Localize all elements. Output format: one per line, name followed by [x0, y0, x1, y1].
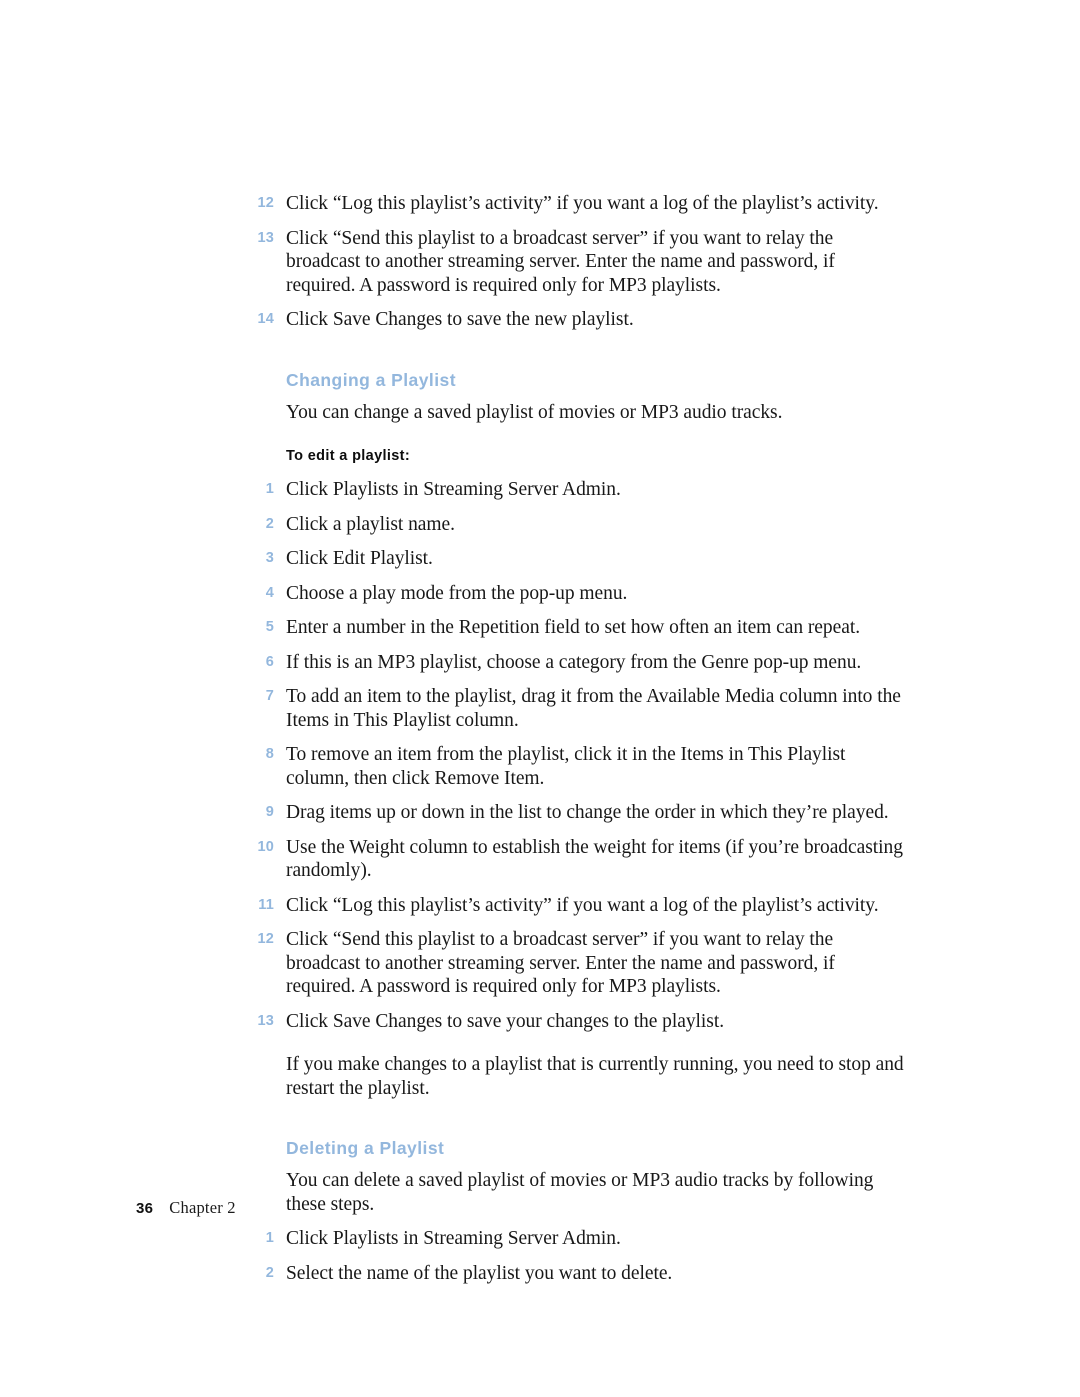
list-item: 6 If this is an MP3 playlist, choose a c… [252, 651, 908, 675]
step-number: 13 [257, 229, 274, 246]
section-intro-deleting: You can delete a saved playlist of movie… [286, 1170, 874, 1215]
step-number: 8 [265, 746, 274, 762]
step-number: 1 [265, 1230, 274, 1246]
step-text: Click a playlist name. [286, 513, 455, 535]
step-number: 2 [265, 1264, 274, 1281]
step-number: 6 [265, 653, 274, 670]
step-list-deleting: 1 Click Playlists in Streaming Server Ad… [252, 1227, 908, 1285]
step-number: 1 [265, 481, 274, 497]
step-list-changing: 1 Click Playlists in Streaming Server Ad… [252, 478, 908, 1033]
list-item: 11 Click “Log this playlist’s activity” … [252, 894, 908, 918]
list-item: 1 Click Playlists in Streaming Server Ad… [252, 478, 908, 502]
step-number: 7 [265, 688, 274, 704]
step-number: 13 [257, 1012, 274, 1029]
step-text: Click “Log this playlist’s activity” if … [286, 193, 879, 214]
step-number: 3 [265, 550, 274, 566]
closing-note-changing: If you make changes to a playlist that i… [286, 1054, 904, 1099]
list-item: 2 Click a playlist name. [252, 513, 908, 537]
list-item: 4 Choose a play mode from the pop-up men… [252, 582, 908, 606]
page-footer: 36 Chapter 2 [136, 1198, 236, 1218]
step-text: Click Save Changes to save the new playl… [286, 309, 634, 330]
step-number: 12 [257, 931, 274, 947]
list-item: 10 Use the Weight column to establish th… [252, 836, 908, 883]
step-text: Click Playlists in Streaming Server Admi… [286, 1228, 621, 1249]
step-text: Select the name of the playlist you want… [286, 1262, 673, 1284]
step-text: Click “Send this playlist to a broadcast… [286, 227, 835, 296]
step-text: Enter a number in the Repetition field t… [286, 617, 861, 638]
step-number: 12 [257, 195, 274, 211]
step-number: 9 [265, 804, 274, 820]
section-heading-changing-a-playlist: Changing a Playlist [286, 369, 456, 390]
section-heading-deleting-a-playlist: Deleting a Playlist [286, 1138, 445, 1158]
step-list-continued: 12 Click “Log this playlist’s activity” … [252, 192, 908, 332]
step-text: Click Save Changes to save your changes … [286, 1010, 725, 1032]
sub-heading-to-edit-a-playlist: To edit a playlist: [286, 448, 411, 464]
step-number: 4 [265, 584, 274, 601]
list-item: 12 Click “Log this playlist’s activity” … [252, 192, 908, 216]
list-item: 12 Click “Send this playlist to a broadc… [252, 928, 908, 999]
chapter-label: Chapter 2 [169, 1198, 236, 1217]
step-text: If this is an MP3 playlist, choose a cat… [286, 651, 862, 673]
step-number: 5 [265, 619, 274, 635]
list-item: 14 Click Save Changes to save the new pl… [252, 308, 908, 332]
step-number: 2 [265, 515, 274, 532]
list-item: 3 Click Edit Playlist. [252, 547, 908, 571]
step-text: Click “Log this playlist’s activity” if … [286, 894, 879, 916]
step-number: 14 [257, 311, 274, 327]
list-item: 9 Drag items up or down in the list to c… [252, 801, 908, 825]
list-item: 8 To remove an item from the playlist, c… [252, 743, 908, 790]
step-number: 10 [257, 838, 274, 855]
list-item: 1 Click Playlists in Streaming Server Ad… [252, 1227, 908, 1251]
step-number: 11 [258, 896, 274, 913]
list-item: 5 Enter a number in the Repetition field… [252, 616, 908, 640]
step-text: Use the Weight column to establish the w… [286, 836, 903, 882]
list-item: 2 Select the name of the playlist you wa… [252, 1262, 908, 1286]
document-page: 12 Click “Log this playlist’s activity” … [0, 0, 1080, 1397]
step-text: Click Edit Playlist. [286, 548, 433, 569]
page-content: 12 Click “Log this playlist’s activity” … [252, 192, 908, 1296]
list-item: 7 To add an item to the playlist, drag i… [252, 685, 908, 732]
step-text: Drag items up or down in the list to cha… [286, 802, 889, 823]
step-text: To remove an item from the playlist, cli… [286, 744, 846, 789]
page-number: 36 [136, 1200, 154, 1217]
step-text: To add an item to the playlist, drag it … [286, 686, 901, 731]
section-intro-changing: You can change a saved playlist of movie… [286, 401, 783, 423]
list-item: 13 Click Save Changes to save your chang… [252, 1010, 908, 1034]
list-item: 13 Click “Send this playlist to a broadc… [252, 227, 908, 298]
step-text: Click Playlists in Streaming Server Admi… [286, 479, 621, 500]
step-text: Choose a play mode from the pop-up menu. [286, 582, 628, 604]
step-text: Click “Send this playlist to a broadcast… [286, 929, 835, 997]
